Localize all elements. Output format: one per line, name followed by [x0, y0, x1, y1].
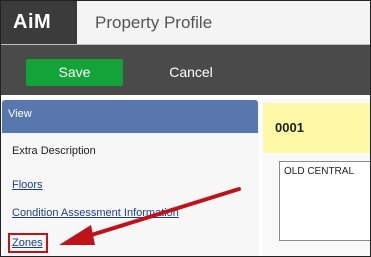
page-title: Property Profile: [95, 13, 213, 32]
property-code: 0001: [263, 103, 370, 153]
view-panel: View Extra Description Floors Condition …: [1, 99, 259, 256]
sidebar-item-floors[interactable]: Floors: [12, 179, 43, 191]
action-toolbar: Save Cancel: [1, 45, 370, 95]
title-bar: AiM Property Profile: [1, 1, 370, 45]
sidebar-item-zones[interactable]: Zones: [12, 237, 43, 249]
save-button[interactable]: Save: [26, 59, 123, 86]
cancel-button[interactable]: Cancel: [151, 59, 231, 86]
sidebar-item-condition-assessment[interactable]: Condition Assessment Information: [12, 207, 179, 219]
view-panel-header: View: [2, 100, 258, 133]
app-logo: AiM: [1, 1, 77, 44]
description-field[interactable]: OLD CENTRAL: [279, 161, 370, 241]
screenshot-frame: AiM Property Profile Save Cancel View Ex…: [0, 0, 371, 257]
sidebar-item-extra-description[interactable]: Extra Description: [12, 145, 96, 157]
main-content: 0001 OLD CENTRAL: [263, 99, 370, 256]
